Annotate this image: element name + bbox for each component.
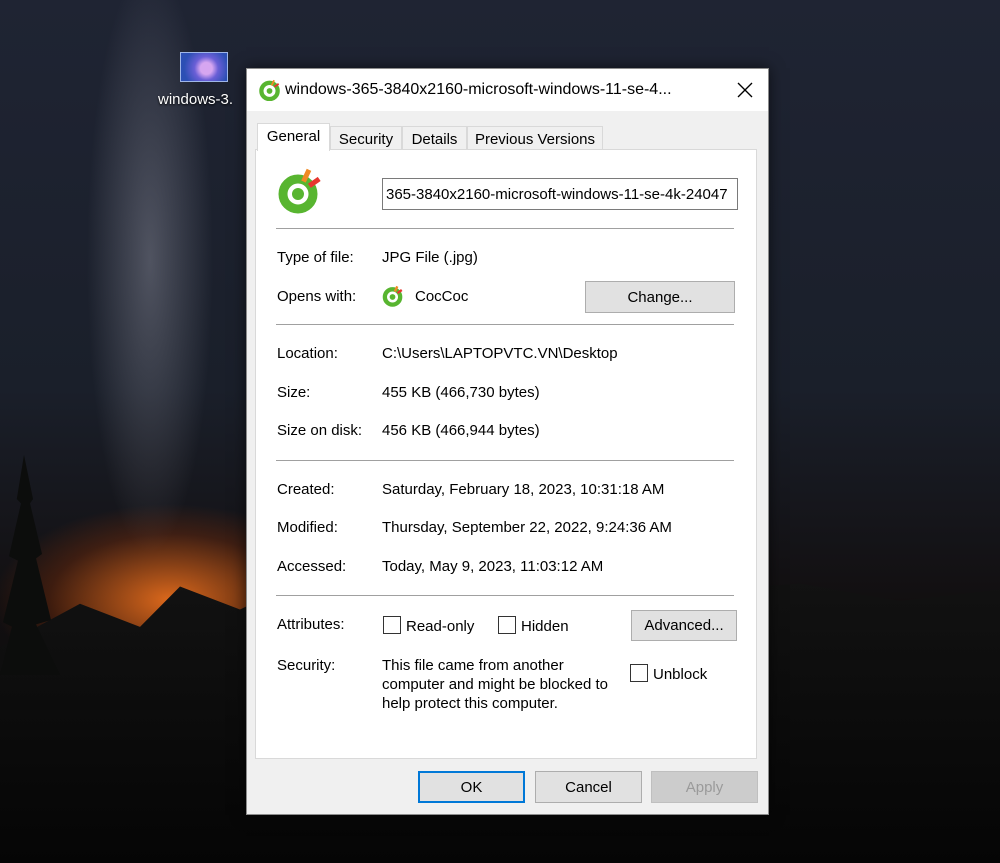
- size-on-disk-value: 456 KB (466,944 bytes): [382, 422, 540, 439]
- hidden-checkbox[interactable]: [498, 616, 516, 634]
- location-label: Location:: [277, 345, 338, 362]
- dialog-title: windows-365-3840x2160-microsoft-windows-…: [285, 81, 672, 98]
- apply-button[interactable]: Apply: [651, 771, 758, 803]
- size-label: Size:: [277, 384, 311, 401]
- general-tab-panel: Type of file: JPG File (.jpg) Opens with…: [255, 149, 757, 759]
- coccoc-file-icon: [278, 168, 324, 214]
- read-only-checkbox[interactable]: [383, 616, 401, 634]
- title-bar[interactable]: windows-365-3840x2160-microsoft-windows-…: [247, 69, 768, 111]
- type-of-file-value: JPG File (.jpg): [382, 249, 478, 266]
- opens-with-value: CocCoc: [415, 288, 469, 305]
- accessed-label: Accessed:: [277, 558, 347, 575]
- close-button[interactable]: [722, 69, 768, 111]
- separator: [276, 460, 734, 461]
- hidden-label[interactable]: Hidden: [521, 618, 569, 635]
- type-of-file-label: Type of file:: [277, 249, 354, 266]
- coccoc-icon: [259, 79, 281, 102]
- unblock-checkbox[interactable]: [630, 664, 648, 682]
- security-message: This file came from another computer and…: [382, 657, 608, 712]
- attributes-label: Attributes:: [277, 616, 345, 633]
- unblock-label[interactable]: Unblock: [653, 666, 707, 683]
- created-value: Saturday, February 18, 2023, 10:31:18 AM: [382, 481, 665, 498]
- filename-input[interactable]: [382, 178, 738, 210]
- tab-details[interactable]: Details: [402, 126, 467, 150]
- properties-dialog: windows-365-3840x2160-microsoft-windows-…: [246, 68, 769, 815]
- security-label: Security:: [277, 657, 336, 674]
- separator: [276, 595, 734, 596]
- cancel-button[interactable]: Cancel: [535, 771, 642, 803]
- modified-label: Modified:: [277, 519, 338, 536]
- created-label: Created:: [277, 481, 335, 498]
- desktop-file-label: windows-3.: [158, 91, 234, 108]
- advanced-button[interactable]: Advanced...: [631, 610, 737, 641]
- desktop-file-icon[interactable]: windows-3.: [158, 52, 250, 108]
- opens-with-label: Opens with:: [277, 288, 357, 305]
- coccoc-app-icon: [382, 285, 404, 307]
- close-icon: [737, 82, 753, 98]
- separator: [276, 228, 734, 229]
- size-value: 455 KB (466,730 bytes): [382, 384, 540, 401]
- change-button[interactable]: Change...: [585, 281, 735, 313]
- size-on-disk-label: Size on disk:: [277, 422, 363, 439]
- accessed-value: Today, May 9, 2023, 11:03:12 AM: [382, 558, 604, 575]
- modified-value: Thursday, September 22, 2022, 9:24:36 AM: [382, 519, 672, 536]
- location-value: C:\Users\LAPTOPVTC.VN\Desktop: [382, 345, 618, 362]
- read-only-label[interactable]: Read-only: [406, 618, 474, 635]
- separator: [276, 324, 734, 325]
- ok-button[interactable]: OK: [418, 771, 525, 803]
- tab-general[interactable]: General: [257, 123, 330, 151]
- tab-previous-versions[interactable]: Previous Versions: [467, 126, 603, 150]
- image-thumbnail-icon: [180, 52, 228, 82]
- tab-security[interactable]: Security: [330, 126, 402, 150]
